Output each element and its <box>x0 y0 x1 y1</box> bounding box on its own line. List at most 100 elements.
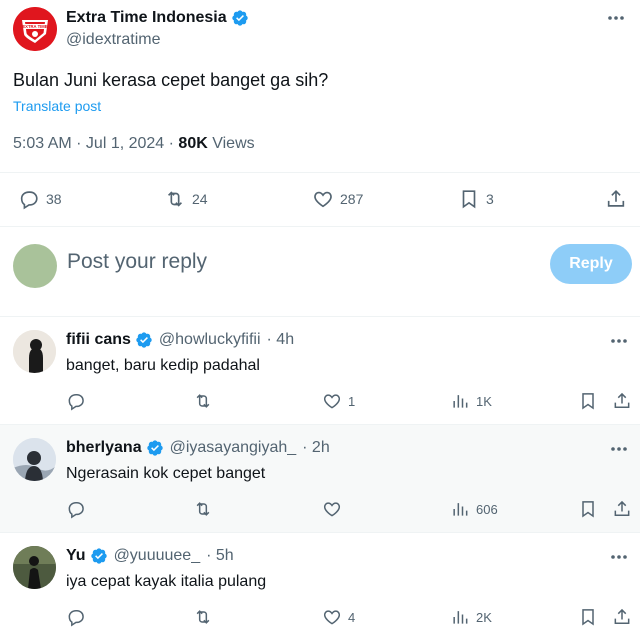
reply-icon <box>68 394 84 411</box>
reply-header: fifii cans @howluckyfifii · 4h <box>66 331 294 349</box>
reply-icon <box>20 191 38 210</box>
bookmark-icon <box>582 393 594 410</box>
divider <box>0 226 640 227</box>
verified-badge-icon <box>146 440 163 456</box>
reply-button[interactable] <box>66 607 86 627</box>
avatar[interactable] <box>13 438 56 481</box>
author-name[interactable]: Extra Time Indonesia <box>66 9 227 27</box>
bookmark-count: 3 <box>486 191 494 207</box>
bookmark-button[interactable] <box>578 499 598 519</box>
post-meta: 5:03 AM · Jul 1, 2024 · 80K Views <box>13 135 255 153</box>
more-options-icon[interactable] <box>608 549 630 565</box>
verified-badge-icon <box>90 548 107 564</box>
more-options-icon[interactable] <box>605 10 627 26</box>
bookmark-icon <box>582 501 594 518</box>
heart-icon <box>323 394 341 409</box>
repost-count-button[interactable]: 24 <box>164 188 208 210</box>
translate-post-link[interactable]: Translate post <box>13 98 101 114</box>
reply-author-name[interactable]: fifii cans <box>66 331 131 349</box>
avatar[interactable] <box>13 330 56 373</box>
reply-icon <box>68 502 84 519</box>
reply-author-handle[interactable]: @howluckyfifii <box>159 331 261 349</box>
like-button[interactable]: 4 <box>322 607 355 627</box>
author-avatar[interactable]: EXTRA TIME <box>13 7 57 51</box>
reply-header: Yu @yuuuuee_ · 5h <box>66 547 234 565</box>
share-button[interactable] <box>612 607 632 627</box>
bookmark-icon <box>462 190 476 209</box>
reply-timestamp[interactable]: · 5h <box>206 547 234 565</box>
reply-count-button[interactable]: 38 <box>18 188 62 210</box>
like-button[interactable] <box>322 499 348 519</box>
extra-time-logo-icon: EXTRA TIME <box>13 7 57 51</box>
heart-icon <box>323 610 341 625</box>
verified-badge-icon <box>231 10 248 26</box>
more-options-icon[interactable] <box>608 441 630 457</box>
share-button[interactable] <box>612 499 632 519</box>
bookmark-button[interactable] <box>578 607 598 627</box>
repost-button[interactable] <box>193 499 213 519</box>
reply-author-name[interactable]: bherlyana <box>66 439 142 457</box>
reply-text: Ngerasain kok cepet banget <box>66 465 266 482</box>
repost-button[interactable] <box>193 607 213 627</box>
reply-author-name[interactable]: Yu <box>66 547 86 565</box>
heart-icon <box>314 191 332 208</box>
like-count: 1 <box>348 393 356 409</box>
current-user-avatar <box>13 244 57 288</box>
share-icon <box>614 500 630 516</box>
like-button[interactable]: 1 <box>322 391 355 411</box>
post-text: Bulan Juni kerasa cepet banget ga sih? <box>13 70 329 90</box>
analytics-icon <box>453 611 468 624</box>
repost-icon <box>196 394 210 408</box>
share-icon <box>614 392 630 408</box>
share-button[interactable] <box>605 188 627 210</box>
views-label: Views <box>207 135 255 152</box>
reply-item[interactable]: Yu @yuuuuee_ · 5h iya cepat kayak italia… <box>0 533 640 640</box>
views-count: 606 <box>476 501 498 517</box>
svg-text:EXTRA TIME: EXTRA TIME <box>22 24 47 29</box>
reply-button[interactable] <box>66 499 86 519</box>
heart-icon <box>323 502 341 517</box>
divider <box>0 172 640 173</box>
reply-timestamp[interactable]: · 4h <box>267 331 295 349</box>
reply-button[interactable]: Reply <box>550 244 632 284</box>
repost-icon <box>167 191 183 207</box>
share-icon <box>614 608 630 624</box>
reply-count: 38 <box>46 191 62 207</box>
repost-icon <box>196 610 210 624</box>
avatar[interactable] <box>13 546 56 589</box>
repost-icon <box>196 502 210 516</box>
bookmark-button[interactable] <box>578 391 598 411</box>
views-button[interactable]: 1K <box>450 391 492 411</box>
reply-item[interactable]: fifii cans @howluckyfifii · 4h banget, b… <box>0 317 640 425</box>
views-count: 2K <box>476 609 492 625</box>
views-count: 80K <box>178 135 208 152</box>
bookmark-count-button[interactable]: 3 <box>458 188 494 210</box>
analytics-icon <box>453 395 468 408</box>
analytics-icon <box>453 503 468 516</box>
reply-item[interactable]: bherlyana @iyasayangiyah_ · 2h Ngerasain… <box>0 425 640 533</box>
share-button[interactable] <box>612 391 632 411</box>
share-icon <box>607 190 625 207</box>
post-timestamp[interactable]: 5:03 AM · Jul 1, 2024 · <box>13 135 178 152</box>
more-options-icon[interactable] <box>608 333 630 349</box>
reply-text: banget, baru kedip padahal <box>66 357 260 374</box>
reply-text: iya cepat kayak italia pulang <box>66 573 267 590</box>
reply-header: bherlyana @iyasayangiyah_ · 2h <box>66 439 330 457</box>
like-count-button[interactable]: 287 <box>312 188 363 210</box>
views-count: 1K <box>476 393 492 409</box>
views-button[interactable]: 606 <box>450 499 498 519</box>
author-name-row[interactable]: Extra Time Indonesia <box>66 9 249 27</box>
reply-button[interactable] <box>66 391 86 411</box>
reply-icon <box>68 610 84 627</box>
bookmark-icon <box>582 609 594 626</box>
reply-author-handle[interactable]: @yuuuuee_ <box>114 547 201 565</box>
like-count: 4 <box>348 609 356 625</box>
reply-input[interactable]: Post your reply <box>67 250 207 274</box>
verified-badge-icon <box>136 332 152 348</box>
repost-button[interactable] <box>193 391 213 411</box>
author-handle[interactable]: @idextratime <box>66 31 161 49</box>
repost-count: 24 <box>192 191 208 207</box>
reply-author-handle[interactable]: @iyasayangiyah_ <box>170 439 297 457</box>
views-button[interactable]: 2K <box>450 607 492 627</box>
reply-timestamp[interactable]: · 2h <box>302 439 330 457</box>
